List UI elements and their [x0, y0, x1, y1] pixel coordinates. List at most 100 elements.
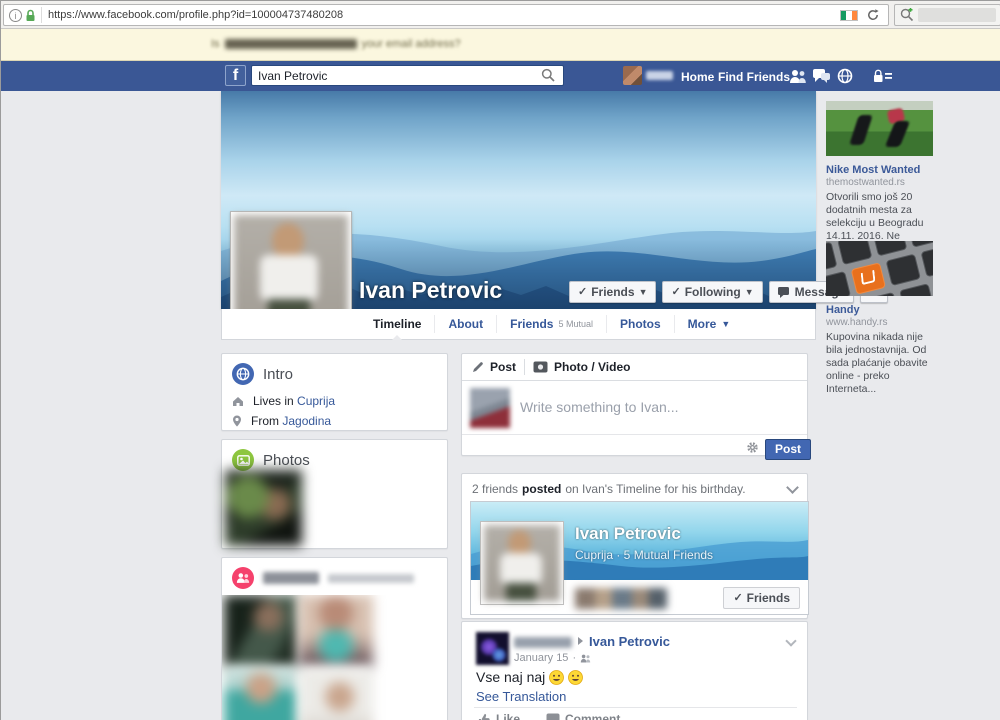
mutual-friends-badge: 5 Mutual	[558, 319, 593, 329]
from-link[interactable]: Jagodina	[282, 414, 331, 428]
mini-friends-button[interactable]: ✓Friends	[723, 587, 800, 609]
audience-friends-icon	[580, 654, 591, 663]
like-button[interactable]: Like	[478, 712, 520, 720]
profile-action-buttons: ✓Friends▼ ✓Following▼ Message ...	[569, 281, 1000, 303]
home-icon	[232, 396, 244, 407]
photo-thumbnail[interactable]	[225, 470, 302, 546]
facebook-search-input[interactable]	[251, 65, 564, 86]
chevron-down-icon[interactable]	[785, 635, 796, 646]
intro-title: Intro	[263, 366, 293, 383]
profile-name: Ivan Petrovic	[359, 277, 502, 304]
friend-photo[interactable]	[224, 668, 298, 720]
tab-photos[interactable]: Photos	[607, 309, 674, 339]
like-icon	[478, 713, 491, 720]
check-icon: ✓	[671, 282, 680, 302]
post-author-target[interactable]: Ivan Petrovic	[589, 634, 670, 649]
ad-nike[interactable]: Nike Most Wanted themostwanted.rs Otvori…	[826, 101, 934, 256]
arrow-right-icon	[578, 637, 583, 645]
composer-card: Post Photo / Video Post	[461, 353, 808, 456]
post-submit-button[interactable]: Post	[765, 439, 811, 460]
post-body: Vse naj naj	[476, 669, 583, 685]
nav-find-friends[interactable]: Find Friends	[718, 70, 790, 84]
email-confirm-banner: Is your email address? Yes, add to my Fa…	[1, 29, 1000, 61]
birthday-profile-card[interactable]: Ivan Petrovic Cuprija · 5 Mutual Friends…	[470, 501, 809, 615]
friends-count-redacted	[328, 574, 414, 583]
composer-photo-video-tab[interactable]: Photo / Video	[533, 360, 630, 374]
messenger-icon[interactable]	[813, 69, 830, 85]
comment-button[interactable]: Comment	[546, 712, 620, 720]
intro-globe-icon	[232, 363, 254, 385]
flag-icon[interactable]	[840, 10, 858, 21]
smiley-emoji-icon	[568, 670, 583, 685]
nav-home[interactable]: Home	[681, 70, 714, 84]
browser-search-box[interactable]	[894, 4, 1000, 26]
friends-button[interactable]: ✓Friends▼	[569, 281, 656, 303]
message-icon	[778, 287, 791, 298]
tab-more[interactable]: More▼	[675, 309, 744, 339]
check-icon: ✓	[733, 588, 742, 608]
photos-title: Photos	[263, 452, 310, 469]
browser-toolbar: i https://www.facebook.com/profile.php?i…	[1, 1, 1000, 29]
url-text[interactable]: https://www.facebook.com/profile.php?id=…	[48, 9, 343, 21]
profile-name-redacted[interactable]	[646, 71, 673, 80]
check-icon: ✓	[578, 282, 587, 302]
facebook-navbar: f Home Find Friends ▼	[1, 61, 1000, 91]
caret-down-icon: ▼	[745, 282, 754, 302]
location-pin-icon	[232, 415, 242, 427]
divider	[41, 7, 42, 23]
tab-about[interactable]: About	[435, 309, 496, 339]
friends-grid	[222, 595, 447, 720]
padlock-icon[interactable]	[25, 9, 36, 22]
comment-icon	[546, 713, 560, 720]
caret-down-icon: ▼	[721, 319, 730, 329]
privacy-shortcuts-icon[interactable]	[873, 69, 890, 85]
mini-profile-subtitle: Cuprija · 5 Mutual Friends	[575, 548, 713, 562]
from-row: From Jagodina	[222, 411, 447, 431]
following-button[interactable]: ✓Following▼	[662, 281, 762, 303]
search-input-well[interactable]	[918, 8, 996, 22]
friends-icon	[232, 567, 254, 589]
search-icon[interactable]	[541, 68, 555, 82]
ad-title[interactable]: Nike Most Wanted	[826, 164, 934, 176]
photos-icon	[232, 449, 254, 471]
friends-title-redacted	[263, 572, 319, 584]
tab-timeline[interactable]: Timeline	[360, 309, 434, 339]
lives-in-link[interactable]: Cuprija	[297, 394, 335, 408]
search-plus-icon	[900, 8, 914, 22]
see-translation-link[interactable]: See Translation	[476, 689, 566, 704]
post-date-row[interactable]: January 15·	[514, 652, 591, 664]
ad-title[interactable]: Handy	[826, 304, 934, 316]
profile-thumbnail[interactable]	[623, 66, 642, 85]
notifications-globe-icon[interactable]	[837, 68, 854, 84]
facebook-logo[interactable]: f	[225, 65, 246, 86]
gear-icon[interactable]	[746, 441, 759, 454]
ad-image-keyboard[interactable]	[826, 241, 933, 296]
post-author-redacted[interactable]	[514, 637, 572, 648]
friend-photo[interactable]	[299, 668, 373, 720]
post-avatar[interactable]	[476, 632, 509, 665]
profile-tabs: Timeline About Friends5 Mutual Photos Mo…	[221, 309, 816, 340]
mini-profile-name: Ivan Petrovic	[575, 524, 681, 544]
intro-card: Intro Lives in Cuprija From Jagodina	[221, 353, 448, 431]
page-info-icon[interactable]: i	[9, 9, 22, 22]
ad-text: Kupovina nikada nije bila jednostavnija.…	[826, 331, 934, 396]
pencil-icon	[472, 361, 484, 373]
ad-domain: themostwanted.rs	[826, 177, 934, 188]
address-bar[interactable]: i https://www.facebook.com/profile.php?i…	[3, 4, 889, 26]
tab-friends[interactable]: Friends5 Mutual	[497, 309, 606, 339]
email-confirm-question: Is your email address?	[211, 38, 461, 50]
ad-image-soccer[interactable]	[826, 101, 933, 156]
reload-icon[interactable]	[866, 8, 880, 22]
friends-card	[221, 557, 448, 720]
ad-domain: www.handy.rs	[826, 317, 934, 328]
friend-photo[interactable]	[299, 595, 373, 667]
mini-profile-picture[interactable]	[480, 521, 564, 605]
mutual-friends-facepile-redacted	[575, 588, 667, 609]
birthday-header: 2 friends posted on Ivan's Timeline for …	[462, 474, 807, 502]
composer-post-tab[interactable]: Post	[472, 360, 516, 374]
friend-requests-icon[interactable]	[789, 69, 806, 85]
composer-input[interactable]	[520, 394, 790, 420]
friend-photo[interactable]	[224, 595, 298, 667]
ad-handy[interactable]: Handy www.handy.rs Kupovina nikada nije …	[826, 241, 934, 396]
lives-in-row: Lives in Cuprija	[222, 391, 447, 411]
